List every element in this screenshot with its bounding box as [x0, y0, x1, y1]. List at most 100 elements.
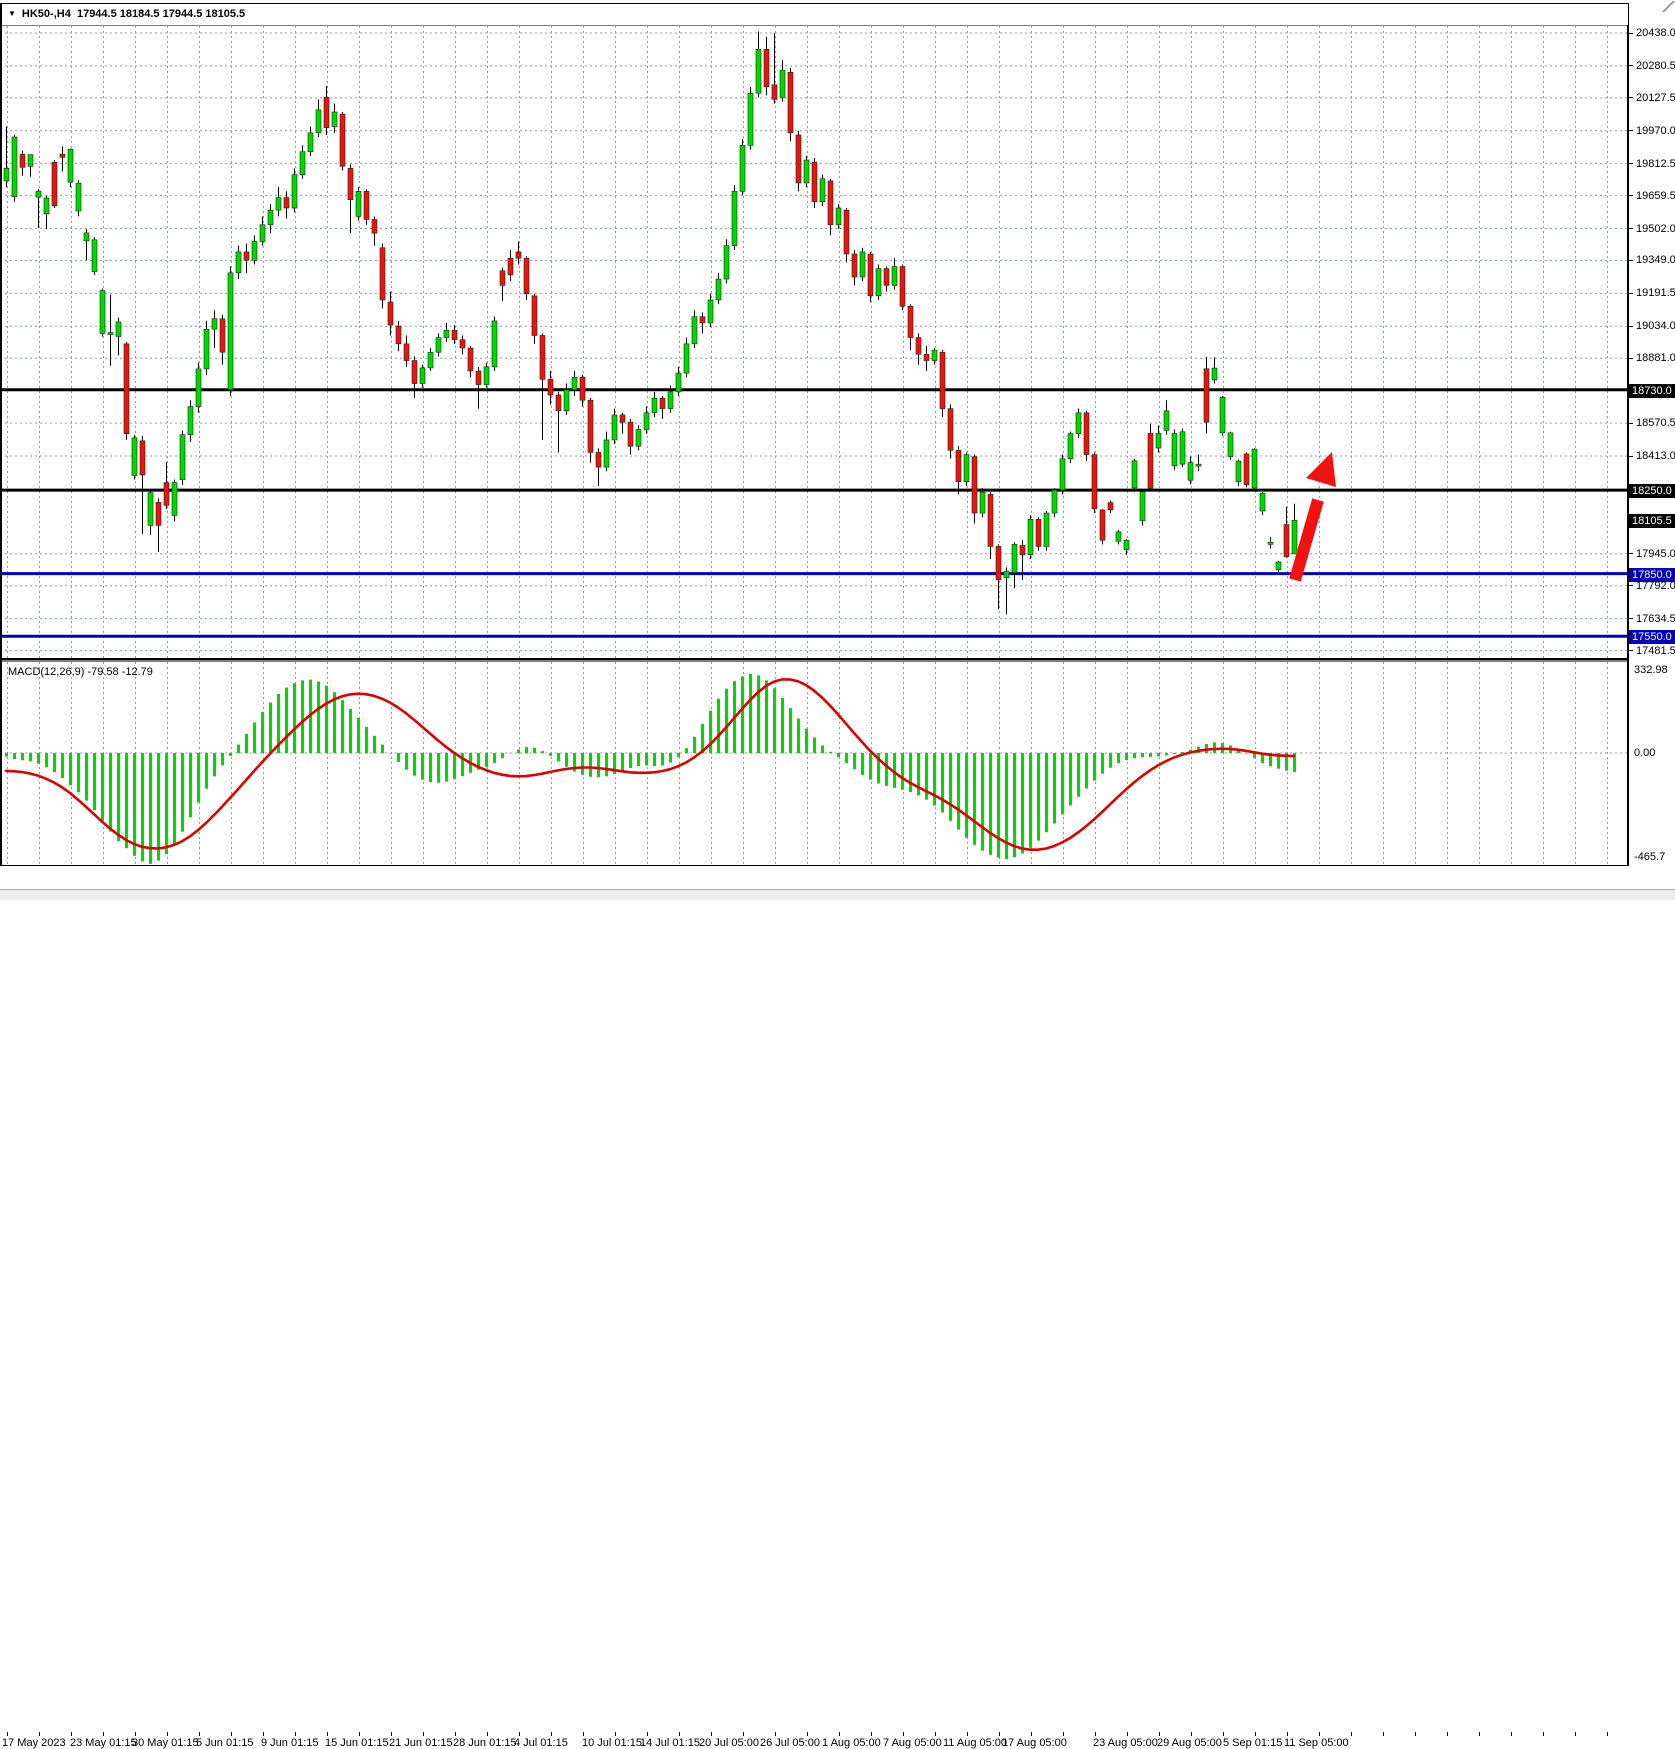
candle-bull — [724, 246, 729, 279]
time-axis-label: 4 Jul 01:15 — [514, 1737, 568, 1749]
candle-bull — [44, 198, 49, 214]
macd-indicator-label: MACD(12,26,9) -79.58 -12.79 — [8, 666, 153, 678]
candle-bull — [308, 133, 313, 152]
candle-bear — [244, 252, 249, 260]
time-axis-tick — [1447, 1732, 1448, 1736]
price-axis-label: 19349.0 — [1636, 254, 1675, 266]
candle-bull — [1268, 542, 1273, 544]
candle-bear — [924, 354, 929, 360]
price-axis-tick — [1629, 260, 1633, 261]
candle-bull — [268, 210, 273, 225]
candle-bear — [700, 317, 705, 323]
time-axis-tick — [1351, 1732, 1352, 1736]
price-axis-tick — [1629, 650, 1633, 651]
candle-bear — [452, 330, 457, 339]
candle-bear — [844, 210, 849, 254]
time-axis-label: 15 Jun 01:15 — [325, 1737, 389, 1749]
candle-bear — [868, 254, 873, 296]
candle-bull — [1164, 411, 1169, 430]
candle-bull — [228, 273, 233, 390]
candle-bear — [1100, 510, 1105, 540]
candle-bull — [1220, 397, 1225, 433]
chevron-down-icon[interactable]: ▼ — [8, 9, 16, 18]
price-axis-tick — [1629, 326, 1633, 327]
time-axis-tick — [1127, 1732, 1128, 1736]
candle-bear — [580, 377, 585, 400]
candle-bull — [604, 440, 609, 467]
arrow-annotation-head[interactable] — [1306, 452, 1336, 487]
price-axis-tick — [1629, 130, 1633, 131]
candle-bull — [356, 191, 361, 216]
candle-bull — [1068, 434, 1073, 459]
candle-bear — [412, 361, 417, 384]
candle-bear — [468, 348, 473, 371]
candle-bear — [596, 452, 601, 467]
price-axis-tick — [1629, 553, 1633, 554]
candle-bear — [540, 335, 545, 379]
candle-bear — [1244, 454, 1249, 485]
candle-bear — [828, 181, 833, 225]
candle-bear — [156, 502, 161, 525]
candle-bull — [484, 367, 489, 385]
price-axis-tick — [1629, 456, 1633, 457]
time-axis-label: 9 Jun 01:15 — [261, 1737, 319, 1749]
bar-ohlc-label: 17944.5 18184.5 17944.5 18105.5 — [77, 8, 245, 20]
candle-bear — [1020, 545, 1025, 554]
candle-bear — [324, 97, 329, 127]
candle-bull — [252, 241, 257, 260]
time-axis-tick — [167, 1732, 168, 1736]
candle-bull — [652, 398, 657, 413]
candle-bull — [1052, 490, 1057, 513]
candle-bear — [548, 379, 553, 395]
candle-bear — [988, 494, 993, 546]
time-axis-tick — [999, 1732, 1000, 1736]
candle-bull — [300, 152, 305, 175]
candle-bull — [756, 49, 761, 93]
candle-bull — [188, 407, 193, 435]
time-axis-tick — [1319, 1732, 1320, 1736]
candle-bull — [1028, 519, 1033, 555]
candle-bear — [508, 258, 513, 275]
time-axis-tick — [39, 1732, 40, 1736]
arrow-annotation-shaft[interactable] — [1295, 500, 1318, 580]
candle-bear — [1148, 433, 1153, 488]
candle-bear — [500, 271, 505, 286]
candle-bear — [956, 450, 961, 481]
candle-bull — [572, 377, 577, 390]
time-axis-tick — [1543, 1732, 1544, 1736]
price-axis-tick — [1629, 163, 1633, 164]
time-axis-label: 20 Jul 05:00 — [699, 1737, 759, 1749]
time-axis-label: 17 Aug 05:00 — [1002, 1737, 1067, 1749]
price-axis-label: 19502.0 — [1636, 223, 1675, 235]
candle-bull — [436, 338, 441, 353]
candle-bear — [812, 162, 817, 202]
time-axis[interactable]: 17 May 202323 May 01:1530 May 01:155 Jun… — [0, 866, 1628, 889]
candle-bull — [1044, 513, 1049, 546]
candle-bull — [1140, 492, 1145, 521]
chart-plot-area[interactable] — [0, 0, 1675, 900]
level-price-badge: 17850.0 — [1629, 568, 1675, 582]
time-axis-tick — [743, 1732, 744, 1736]
time-axis-tick — [327, 1732, 328, 1736]
candle-bull — [84, 233, 89, 241]
candle-bull — [316, 110, 321, 133]
price-axis-label: 18881.0 — [1636, 352, 1675, 364]
time-axis-label: 29 Aug 05:00 — [1157, 1737, 1222, 1749]
time-axis-tick — [711, 1732, 712, 1736]
level-price-badge: 17550.0 — [1629, 630, 1675, 644]
candle-bear — [60, 154, 65, 157]
price-axis-tick — [1629, 228, 1633, 229]
candle-bull — [1060, 459, 1065, 490]
candle-bull — [692, 317, 697, 344]
candle-bull — [876, 269, 881, 296]
candle-bear — [524, 258, 529, 294]
time-axis-tick — [231, 1732, 232, 1736]
price-axis-tick — [1629, 195, 1633, 196]
candle-bull — [260, 225, 265, 242]
price-axis-label: 19970.0 — [1636, 125, 1675, 137]
time-axis-tick — [1063, 1732, 1064, 1736]
price-axis-label: 20127.5 — [1636, 92, 1675, 104]
candle-bull — [332, 112, 337, 127]
time-axis-tick — [551, 1732, 552, 1736]
candle-bull — [932, 350, 937, 360]
